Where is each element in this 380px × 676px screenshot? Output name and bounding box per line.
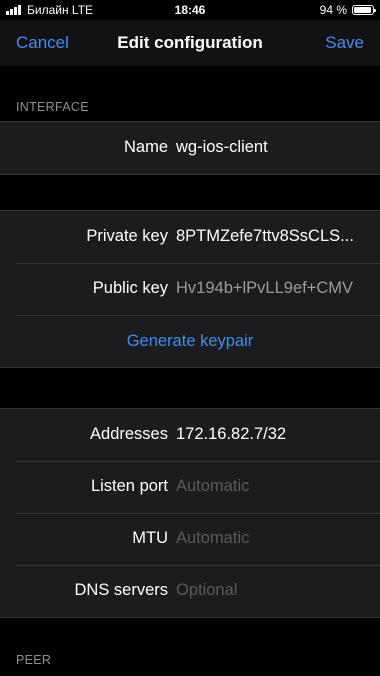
mtu-label: MTU xyxy=(132,529,168,547)
listen-port-label: Listen port xyxy=(90,477,168,495)
battery-fill xyxy=(354,7,371,13)
battery-percent: 94 % xyxy=(319,3,347,17)
row-listen-port[interactable]: Listen port Automatic xyxy=(0,461,380,513)
section-header-interface: INTERFACE xyxy=(16,100,89,114)
status-bar: Билайн LTE 18:46 94 % xyxy=(0,0,380,20)
listen-port-field[interactable]: Automatic xyxy=(176,477,366,496)
private-key-label: Private key xyxy=(86,227,168,245)
row-public-key: Public key Hv194b+lPvLL9ef+CMV xyxy=(0,263,380,315)
public-key-value: Hv194b+lPvLL9ef+CMV xyxy=(176,279,354,297)
row-name[interactable]: Name wg-ios-client xyxy=(0,122,380,174)
generate-keypair-button[interactable]: Generate keypair xyxy=(0,332,380,351)
name-field[interactable]: wg-ios-client xyxy=(176,138,366,157)
mtu-field[interactable]: Automatic xyxy=(176,529,366,548)
dns-servers-label: DNS servers xyxy=(74,581,168,599)
row-generate-keypair[interactable]: Generate keypair xyxy=(0,315,380,367)
battery-icon xyxy=(352,5,376,15)
row-mtu[interactable]: MTU Automatic xyxy=(0,513,380,565)
row-private-key[interactable]: Private key 8PTMZefe7ttv8SsCLS... xyxy=(0,211,380,263)
page-title: Edit configuration xyxy=(117,33,263,52)
name-label: Name xyxy=(123,138,168,156)
public-key-label: Public key xyxy=(92,279,168,297)
private-key-field[interactable]: 8PTMZefe7ttv8SsCLS... xyxy=(176,227,366,246)
row-dns-servers[interactable]: DNS servers Optional xyxy=(0,565,380,617)
row-addresses[interactable]: Addresses 172.16.82.7/32 xyxy=(0,409,380,461)
section-header-peer: PEER xyxy=(16,653,52,667)
addresses-label: Addresses xyxy=(90,425,168,443)
group-network: Addresses 172.16.82.7/32 Listen port Aut… xyxy=(0,408,380,618)
addresses-field[interactable]: 172.16.82.7/32 xyxy=(176,425,366,444)
save-button[interactable]: Save xyxy=(325,33,364,53)
dns-servers-field[interactable]: Optional xyxy=(176,581,366,600)
group-keys: Private key 8PTMZefe7ttv8SsCLS... Public… xyxy=(0,210,380,368)
navigation-bar: Cancel Edit configuration Save xyxy=(0,20,380,66)
status-right: 94 % xyxy=(319,3,376,17)
group-name: Name wg-ios-client xyxy=(0,121,380,175)
